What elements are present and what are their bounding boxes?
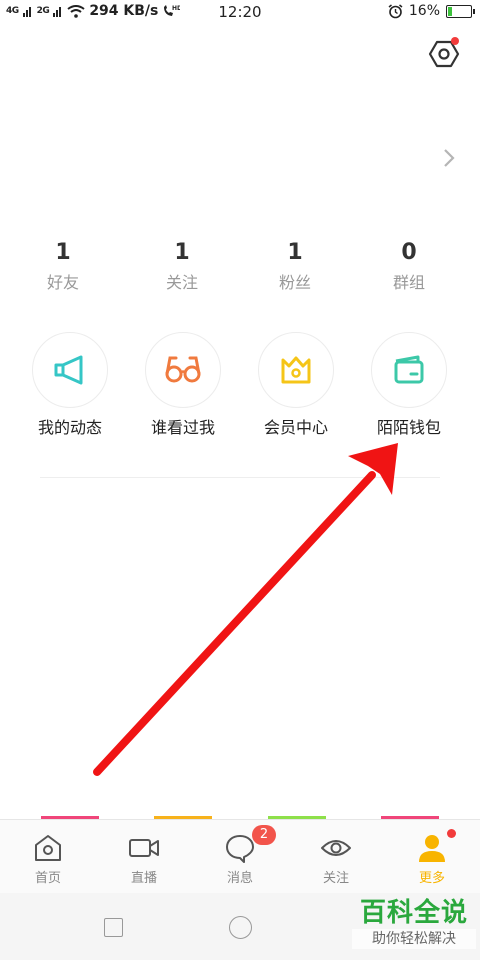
eye-icon	[321, 840, 351, 856]
tab-more[interactable]: 更多	[384, 820, 480, 894]
feature-label: 陌陌钱包	[376, 418, 441, 437]
glasses-icon	[165, 356, 201, 383]
status-right: 16%	[388, 3, 475, 19]
stat-friends[interactable]: 1 好友	[13, 236, 113, 296]
tab-label: 关注	[322, 871, 349, 886]
tab-label: 直播	[130, 871, 157, 886]
more-notification-dot	[447, 829, 456, 838]
tab-live[interactable]: 直播	[96, 820, 192, 894]
feature-my-moments[interactable]: 我的动态	[15, 332, 125, 440]
feature-icon-circle	[32, 332, 108, 408]
feature-label: 我的动态	[37, 418, 102, 437]
tab-follow[interactable]: 关注	[288, 820, 384, 894]
feature-member-center[interactable]: 会员中心	[241, 332, 351, 440]
battery-percent: 16%	[408, 3, 440, 19]
feature-label: 谁看过我	[150, 418, 215, 437]
home-button[interactable]	[229, 916, 252, 939]
watermark-title: 百科全说	[359, 898, 468, 928]
battery-icon	[446, 4, 475, 18]
stat-value: 1	[55, 240, 71, 265]
tab-label: 首页	[34, 871, 61, 886]
feature-icon-circle	[371, 332, 447, 408]
home-icon	[35, 835, 61, 861]
user-icon	[419, 835, 445, 862]
feature-icon-circle	[258, 332, 334, 408]
wallet-icon	[394, 355, 424, 384]
stat-label: 好友	[46, 273, 79, 292]
section-divider	[40, 477, 440, 478]
feature-who-viewed-me[interactable]: 谁看过我	[128, 332, 238, 440]
tab-home[interactable]: 首页	[0, 820, 96, 894]
tab-label: 消息	[226, 871, 253, 886]
feature-icon-circle	[145, 332, 221, 408]
watermark-subtitle: 助你轻松解决	[352, 929, 476, 949]
stat-value: 1	[174, 240, 190, 265]
megaphone-icon	[54, 355, 83, 385]
bottom-tab-bar: 首页 直播 消息 关注 更多	[0, 819, 480, 893]
tab-label: 更多	[418, 871, 445, 886]
annotation-arrow-head	[348, 443, 398, 495]
message-count-badge: 2	[252, 825, 276, 845]
stat-label: 粉丝	[278, 273, 311, 292]
stat-value: 0	[401, 240, 417, 265]
status-bar: 4G 2G 294 KB/s HD 12:20 16%	[0, 0, 480, 26]
annotation-arrow-shaft	[93, 471, 376, 776]
stat-groups[interactable]: 0 群组	[359, 236, 459, 296]
chevron-right-icon[interactable]	[440, 146, 458, 170]
settings-notification-dot	[451, 37, 459, 45]
crown-icon	[281, 356, 311, 384]
stat-following[interactable]: 1 关注	[132, 236, 232, 296]
stat-label: 群组	[392, 273, 425, 292]
feature-label: 会员中心	[263, 418, 328, 437]
feature-momo-wallet[interactable]: 陌陌钱包	[354, 332, 464, 440]
alarm-icon	[388, 3, 403, 18]
battery-level-fill	[448, 6, 452, 16]
profile-stats: 1 好友 1 关注 1 粉丝 0 群组	[0, 236, 480, 306]
video-camera-icon	[129, 839, 159, 857]
stat-fans[interactable]: 1 粉丝	[245, 236, 345, 296]
recent-apps-button[interactable]	[104, 918, 123, 937]
stat-value: 1	[287, 240, 303, 265]
watermark: 百科全说 助你轻松解决	[352, 897, 476, 955]
stat-label: 关注	[165, 273, 198, 292]
